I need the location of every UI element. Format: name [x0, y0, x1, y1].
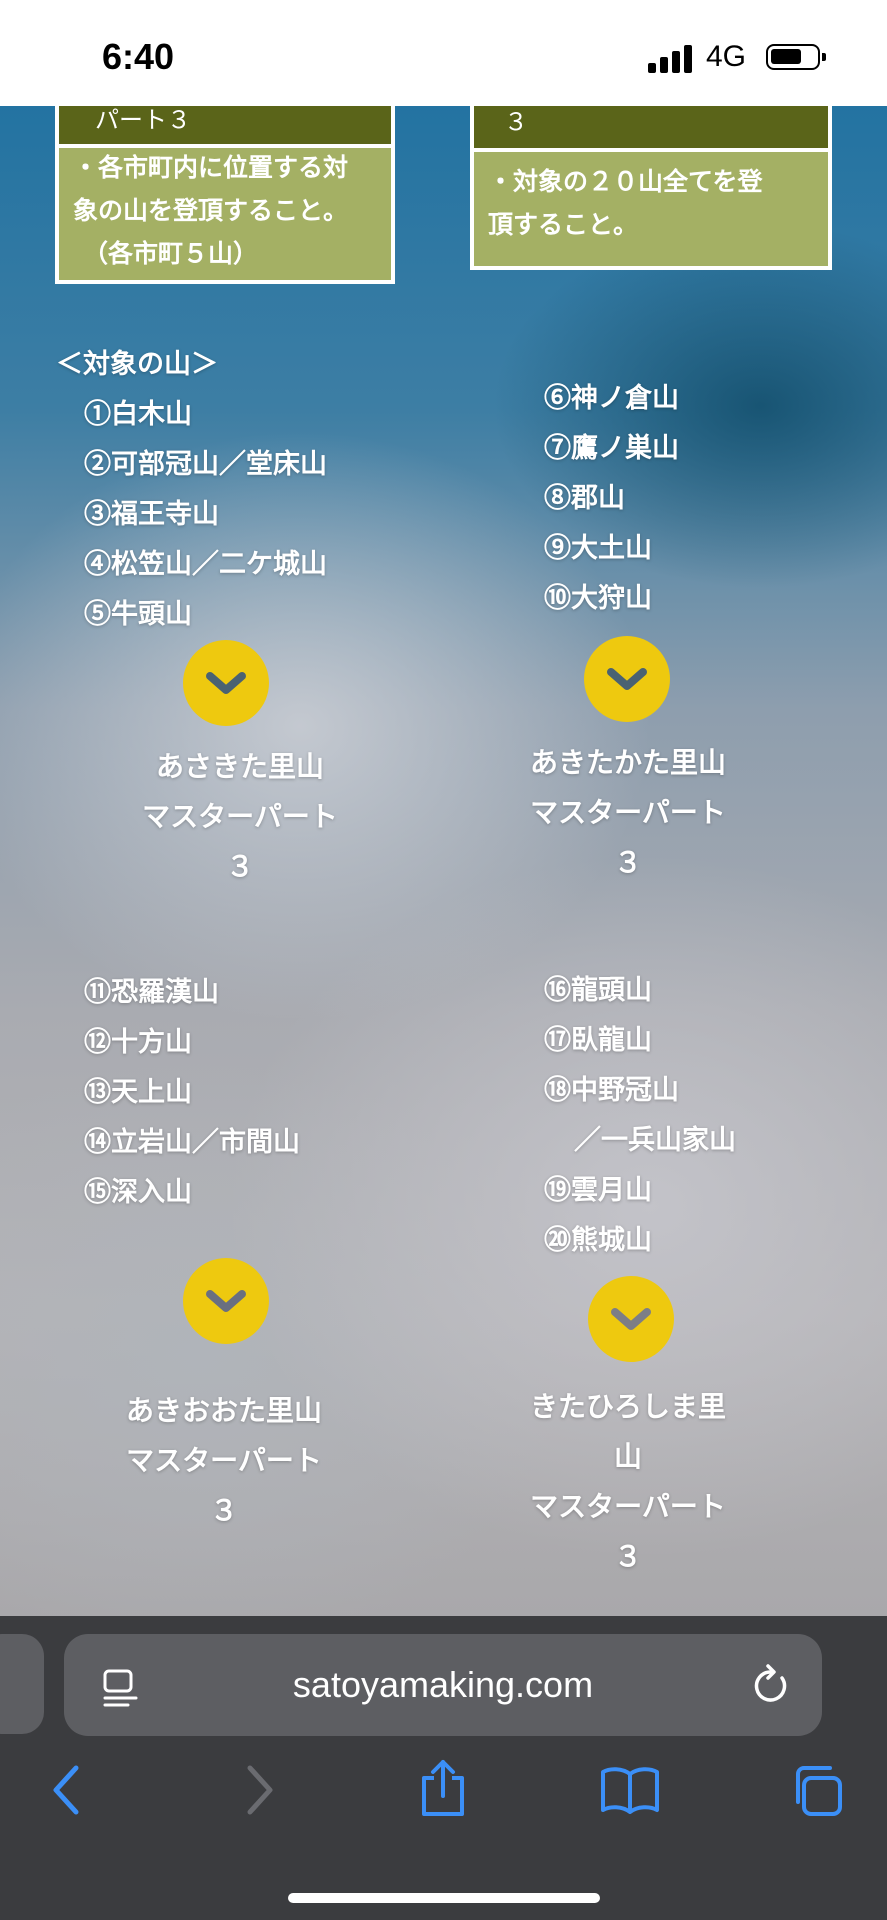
card-description: ・各市町内に位置する対 象の山を登頂すること。 （各市町５山） [73, 146, 348, 275]
desc-line: ・各市町内に位置する対 [73, 153, 349, 182]
status-bar: 6:40 4G [0, 0, 887, 106]
forward-icon[interactable] [244, 1764, 276, 1816]
mountain-item: ⑮深入山 [84, 1177, 192, 1208]
mountains-header: ＜対象の山＞ [56, 349, 218, 380]
share-icon[interactable] [418, 1758, 468, 1818]
card-band: ３ [474, 106, 828, 152]
mountain-item: ⑬天上山 [84, 1077, 192, 1108]
battery-icon [766, 44, 826, 70]
mountain-item: ④松笠山／二ケ城山 [84, 549, 327, 580]
mountain-item: ／一兵山家山 [574, 1125, 736, 1156]
bookmarks-icon[interactable] [600, 1766, 660, 1814]
title-line: ３ [613, 846, 642, 879]
course-title-akitakata[interactable]: あきたかた里山 マスターパート ３ [468, 738, 788, 888]
mountain-item: ⑨大土山 [544, 533, 652, 564]
course-title-akiota[interactable]: あきおおた里山 マスターパート ３ [64, 1386, 384, 1536]
title-line: ３ [225, 850, 254, 883]
title-line: きたひろしま里 [529, 1390, 726, 1423]
desc-line: （各市町５山） [83, 239, 259, 268]
title-line: ３ [613, 1540, 642, 1573]
mountain-item: ⑦鷹ノ巣山 [544, 433, 679, 464]
status-time: 6:40 [102, 36, 175, 77]
title-line: マスターパート [530, 796, 726, 829]
title-line: マスターパート [142, 800, 338, 833]
back-icon[interactable] [50, 1764, 82, 1816]
desc-line: 象の山を登頂すること。 [73, 196, 349, 225]
mountain-item: ⑧郡山 [544, 483, 625, 514]
mountain-item: ⑲雲月山 [544, 1175, 652, 1206]
url-text: satoyamaking.com [292, 1664, 594, 1705]
course-title-kitahiroshima[interactable]: きたひろしま里 山 マスターパート ３ [468, 1382, 788, 1582]
course-card-all: ３ ・対象の２０山全てを登 頂すること。 [470, 106, 832, 270]
signal-icon [648, 45, 692, 73]
mountain-item: ⑪恐羅漢山 [84, 977, 219, 1008]
chevron-down-icon [206, 1290, 246, 1312]
card-band: パート３ [59, 106, 391, 148]
chevron-down-icon [611, 1308, 651, 1330]
course-title-asakita[interactable]: あさきた里山 マスターパート ３ [80, 742, 400, 892]
mountain-item: ⑤牛頭山 [84, 599, 192, 630]
title-line: あさきた里山 [155, 750, 324, 783]
mountain-item: ⑰臥龍山 [544, 1025, 652, 1056]
expand-button-kitahiroshima[interactable] [588, 1276, 674, 1362]
mountain-item: ①白木山 [84, 399, 192, 430]
title-line: マスターパート [530, 1490, 726, 1523]
mountain-item: ⑯龍頭山 [544, 975, 652, 1006]
mountain-item: ⑥神ノ倉山 [544, 383, 679, 414]
expand-button-akitakata[interactable] [584, 636, 670, 722]
reload-icon[interactable] [752, 1664, 792, 1706]
network-type: 4G [706, 40, 747, 73]
chevron-down-icon [206, 672, 246, 694]
expand-button-akiota[interactable] [183, 1258, 269, 1344]
title-line: ３ [209, 1494, 238, 1527]
expand-button-asakita[interactable] [183, 640, 269, 726]
course-card-part3: パート３ ・各市町内に位置する対 象の山を登頂すること。 （各市町５山） [55, 106, 395, 284]
title-line: あきたかた里山 [529, 746, 726, 779]
address-bar[interactable]: satoyamaking.com [64, 1634, 822, 1736]
mountain-item: ⑩大狩山 [544, 583, 652, 614]
title-line: 山 [613, 1440, 642, 1473]
browser-toolbar: satoyamaking.com [0, 1616, 887, 1920]
title-line: マスターパート [126, 1444, 322, 1477]
mountain-item: ③福王寺山 [84, 499, 219, 530]
desc-line: ・対象の２０山全てを登 [488, 167, 763, 196]
desc-line: 頂すること。 [488, 210, 639, 239]
chevron-down-icon [607, 668, 647, 690]
home-indicator [288, 1893, 600, 1903]
title-line: あきおおた里山 [125, 1394, 322, 1427]
card-description: ・対象の２０山全てを登 頂すること。 [488, 160, 763, 246]
mountain-item: ②可部冠山／堂床山 [84, 449, 327, 480]
previous-tab-preview[interactable] [0, 1634, 44, 1734]
mountain-item: ⑱中野冠山 [544, 1075, 679, 1106]
mountain-item: ⑫十方山 [84, 1027, 192, 1058]
mountain-item: ⑳熊城山 [544, 1225, 652, 1256]
tabs-icon[interactable] [790, 1764, 844, 1818]
web-content: パート３ ・各市町内に位置する対 象の山を登頂すること。 （各市町５山） ３ ・… [0, 106, 887, 1616]
mountain-item: ⑭立岩山／市間山 [84, 1127, 300, 1158]
